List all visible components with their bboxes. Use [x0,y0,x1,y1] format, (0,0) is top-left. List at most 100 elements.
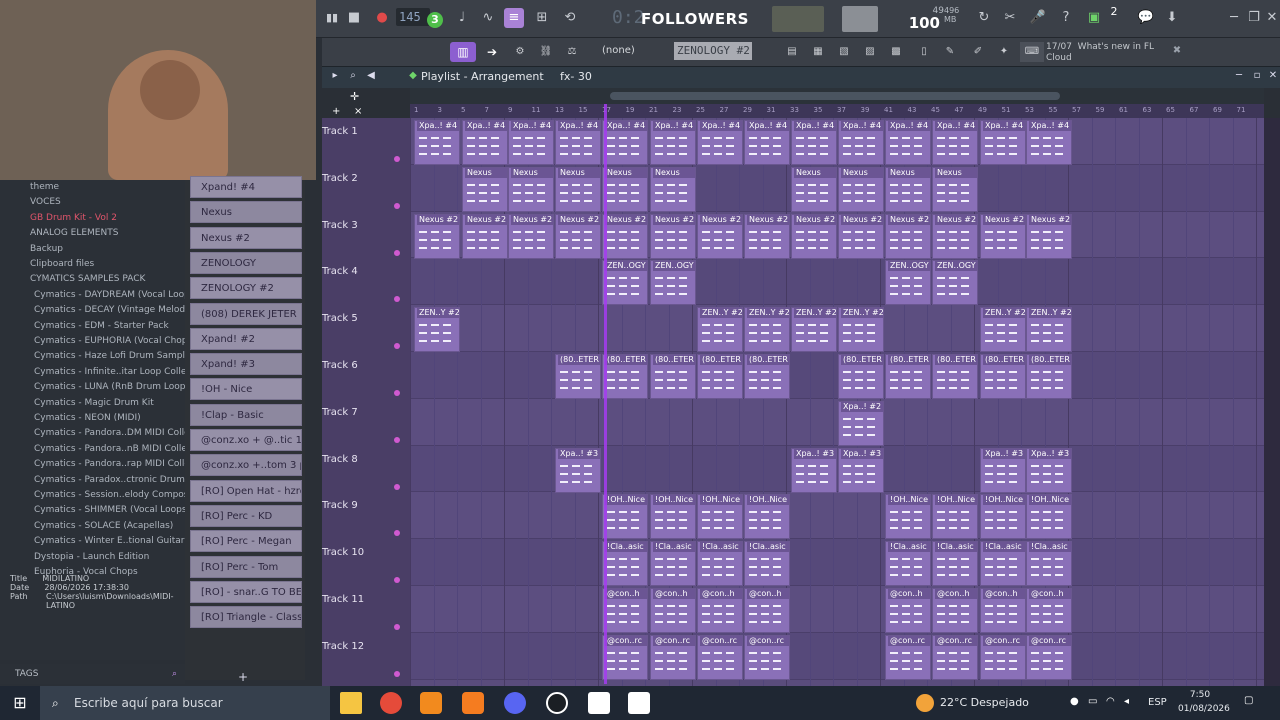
arrangement-icon[interactable]: ◆ [406,70,420,84]
playlist-clip[interactable]: Xpa..! #4 [980,120,1026,165]
news-panel[interactable]: 17/07 What's new in FL Cloud [1046,40,1166,66]
playlist-clip[interactable]: @con..rc [744,634,790,680]
grid-row[interactable] [410,258,1264,306]
stop-button[interactable]: ■ [344,8,364,28]
playlist-clip[interactable]: !Cla..asic [1026,541,1072,587]
link-icon[interactable]: ⛓ [536,42,556,62]
pattern-badge[interactable]: 3 [427,12,443,28]
playlist-clip[interactable]: ZEN..Y #2 [414,307,460,353]
obs-icon[interactable] [546,692,568,714]
playlist-clip[interactable]: !OH..Nice [932,494,978,540]
browser-item[interactable]: Cymatics - EDM - Starter Pack [34,319,169,334]
playlist-clip[interactable]: @con..rc [885,634,931,680]
playlist-clip[interactable]: ZEN..OGY [885,260,931,306]
add-pattern-icon[interactable]: + [238,670,252,684]
tags-bar[interactable]: TAGS ⌕ [0,664,185,684]
pattern-item[interactable]: !Clap - Basic [190,403,302,426]
playlist-clip[interactable]: (80..ETER [885,354,931,399]
playlist-clip[interactable]: @con..rc [650,634,696,680]
mute-led-icon[interactable] [394,530,400,537]
playlist-clip[interactable]: Nexus #2 [508,213,554,259]
playlist-clip[interactable]: !Cla..asic [602,541,648,587]
playlist-clip[interactable]: Xpa..! #4 [650,120,696,165]
snap-selector[interactable]: (none) [590,43,660,59]
playlist-clip[interactable]: (80..ETER [838,354,884,399]
playlist-clip[interactable]: (80..ETER [602,354,648,399]
loop-icon[interactable]: ⟲ [560,8,580,28]
playlist-clip[interactable]: !Cla..asic [932,541,978,587]
remove-track-icon[interactable]: × [354,106,366,118]
step-icon[interactable]: ⊞ [532,8,552,28]
pattern-item[interactable]: Nexus #2 [190,226,302,249]
playlist-clip[interactable]: (80..ETER [980,354,1026,399]
plugin-db-icon[interactable]: ▨ [858,42,882,62]
playlist-clip[interactable]: Xpa..! #4 [744,120,790,165]
mute-led-icon[interactable] [394,249,400,256]
record-button[interactable]: ● [372,8,392,28]
help-icon[interactable]: ? [1056,8,1076,28]
metronome-icon[interactable]: ♩ [452,8,472,28]
stamp-icon[interactable]: ⚖ [562,42,582,62]
windows-start-icon[interactable]: ⊞ [10,693,30,713]
template-icon[interactable]: ▩ [884,42,908,62]
mute-led-icon[interactable] [394,436,400,443]
playlist-clip[interactable]: !OH..Nice [885,494,931,540]
playlist-clip[interactable]: !OH..Nice [650,494,696,540]
track-header[interactable]: Track 10 [322,543,406,590]
playlist-clip[interactable]: @con..h [602,588,648,633]
playlist-clip[interactable]: Xpa..! #4 [838,120,884,165]
capcut-icon[interactable] [588,692,610,714]
bar-ruler[interactable]: 1357911131517192123252729313335373941434… [410,104,1264,118]
playlist-clip[interactable]: Nexus [508,166,554,212]
mute-led-icon[interactable] [394,202,400,209]
playlist-clip[interactable]: (80..ETER [650,354,696,399]
playlist-clip[interactable]: Xpa..! #4 [462,120,508,165]
playlist-clip[interactable]: Nexus [555,166,601,212]
playlist-clip[interactable]: ZEN..Y #2 [980,307,1026,353]
grid-row[interactable] [410,445,1264,493]
playlist-clip[interactable]: @con..rc [602,634,648,680]
track-header[interactable]: Track 6 [322,356,406,403]
playlist-close-icon[interactable]: ✕ [1266,70,1280,84]
playlist-menu-icon[interactable]: ▸ [328,70,342,84]
grid-row[interactable] [410,539,1264,586]
playlist-clip[interactable]: Xpa..! #4 [697,120,743,165]
pattern-item[interactable]: @conz.xo +..tom 3 perc [190,454,302,477]
chrome-icon[interactable] [380,692,402,714]
blend-icon[interactable]: ≡ [504,8,524,28]
playlist-clip[interactable]: Nexus #2 [744,213,790,259]
browser-item[interactable]: VOCES [30,195,61,210]
mute-led-icon[interactable] [394,156,400,162]
restore-icon[interactable]: ❐ [1244,8,1264,28]
track-header[interactable]: Track 8 [322,450,406,497]
timeline-scroll-thumb[interactable] [610,92,1060,100]
playlist-clip[interactable]: Xpa..! #3 [838,447,884,493]
browser-item[interactable]: Cymatics - Pandora..nB MIDI Collection [34,442,209,457]
playlist-clip[interactable]: ZEN..Y #2 [744,307,790,353]
playlist-clip[interactable]: Nexus [932,166,978,212]
pattern-item[interactable]: @conz.xo + @..tic 10 hh [190,429,302,451]
playlist-clip[interactable]: Nexus #2 [462,213,508,259]
pattern-item[interactable]: [RO] - snar..G TO BE GOD [190,580,302,603]
track-header[interactable]: Track 11 [322,590,406,637]
browser-item[interactable]: Cymatics - Infinite..itar Loop Collectio… [34,365,209,380]
playlist-clip[interactable]: !OH..Nice [980,494,1026,540]
playlist-clip[interactable]: !OH..Nice [697,494,743,540]
pattern-item[interactable]: [RO] Perc - Megan [190,530,302,553]
playlist-clip[interactable]: !OH..Nice [744,494,790,540]
playlist-clip[interactable]: @con..rc [932,634,978,680]
language-indicator[interactable]: ESP [1148,694,1172,712]
browser-item[interactable]: Cymatics - DECAY (Vintage Melodies) [34,303,201,318]
playlist-clip[interactable]: Xpa..! #3 [1026,447,1072,493]
playlist-clip[interactable]: !Cla..asic [697,541,743,587]
playlist-clip[interactable]: Nexus [838,166,884,212]
fl-studio-icon[interactable] [420,692,442,714]
mute-led-icon[interactable] [394,343,400,350]
browser-item[interactable]: Cymatics - Magic Drum Kit [34,396,154,411]
browser-item[interactable]: ANALOG ELEMENTS [30,226,118,241]
mute-led-icon[interactable] [394,670,400,677]
arrow-icon[interactable]: ➔ [482,42,502,62]
playlist-clip[interactable]: @con..h [744,588,790,633]
pattern-item[interactable]: [RO] Triangle - Classic [190,606,302,629]
browser-item[interactable]: Cymatics - LUNA (RnB Drum Loops) [34,380,194,395]
